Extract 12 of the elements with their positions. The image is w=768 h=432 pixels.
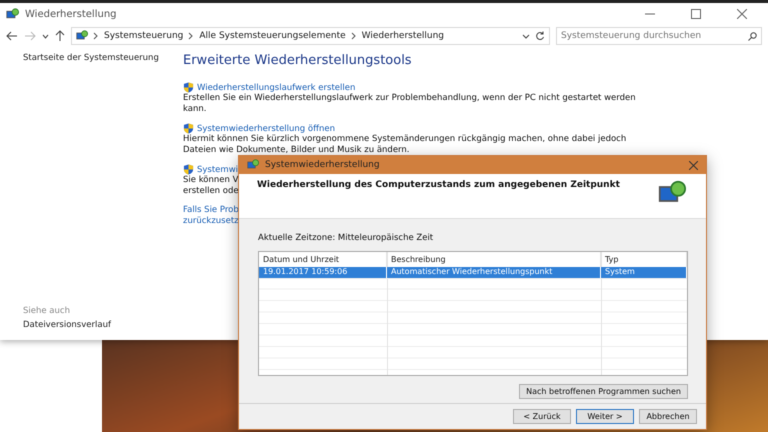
task-description: erstellen ode xyxy=(183,186,239,197)
task-description: Sie können V xyxy=(183,175,238,186)
page-heading: Erweiterte Wiederherstellungstools xyxy=(183,53,413,68)
task-description: kann. xyxy=(183,104,206,115)
window-title: Wiederherstellung xyxy=(25,8,118,20)
task-description: Dateien wie Dokumente, Bilder und Musik zu ändern. xyxy=(183,145,410,156)
dialog-heading: Wiederherstellung des Computerzustands zum angegebenen Zeitpunkt xyxy=(257,180,620,190)
task-description: Hiermit können Sie kürzlich vorgenommene Systemänderungen rückgängig machen, ohne dabei jedoch xyxy=(183,134,626,145)
task-description: Erstellen Sie ein Wiederherstellungslaufwerk zur Problembehandlung, wenn der PC nicht gestartet werden xyxy=(183,93,636,104)
timezone-label: Aktuelle Zeitzone: Mitteleuropäische Zeit xyxy=(258,233,434,243)
see-also-label: Siehe auch xyxy=(23,306,71,316)
dialog-title: Systemwiederherstellung xyxy=(265,160,381,170)
